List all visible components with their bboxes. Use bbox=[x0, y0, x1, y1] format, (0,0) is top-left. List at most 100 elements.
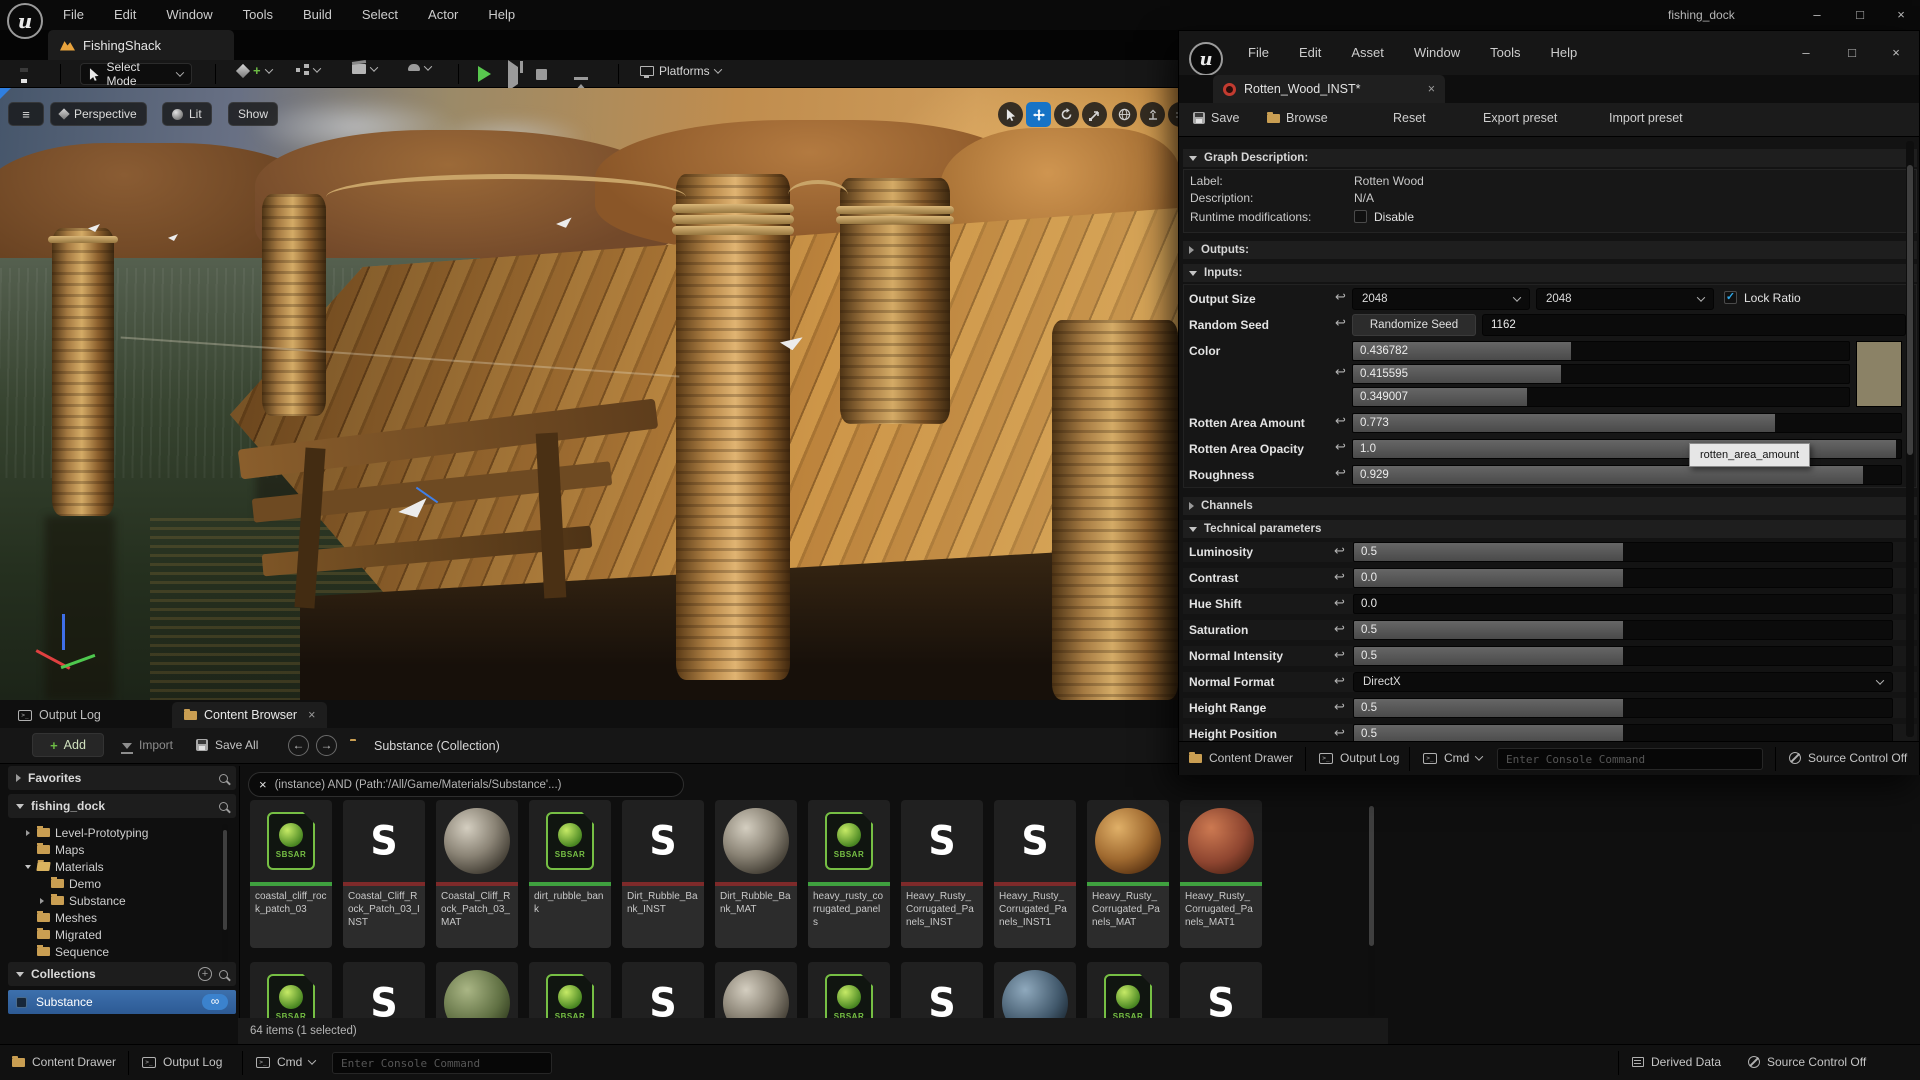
rotate-tool-button[interactable] bbox=[1054, 102, 1079, 127]
param-slider[interactable]: 0.5 bbox=[1353, 698, 1893, 718]
param-slider[interactable]: 0.5 bbox=[1353, 646, 1893, 666]
revert-icon[interactable]: ↩ bbox=[1334, 544, 1345, 557]
revert-icon[interactable]: ↩ bbox=[1334, 648, 1345, 661]
output-log-button[interactable]: Output Log bbox=[1319, 751, 1399, 765]
row1-asset-tile[interactable]: S Heavy_Rusty_Corrugated_Panels_INST1 bbox=[994, 800, 1076, 948]
derived-data-button[interactable]: Derived Data bbox=[1632, 1055, 1721, 1069]
revert-icon[interactable]: ↩ bbox=[1335, 365, 1346, 378]
collection-item-substance[interactable]: Substance ∞ bbox=[8, 990, 236, 1014]
breadcrumb[interactable]: Substance (Collection) bbox=[374, 739, 500, 753]
cmd-dropdown[interactable]: Cmd bbox=[1423, 751, 1484, 765]
row2-asset-tile[interactable]: S bbox=[343, 962, 425, 1018]
row2-asset-tile[interactable]: SBSAR bbox=[1087, 962, 1169, 1018]
param-slider[interactable]: 0.5 bbox=[1353, 724, 1893, 741]
search-icon[interactable] bbox=[219, 969, 228, 979]
param-slider[interactable]: 0.0 bbox=[1353, 594, 1893, 614]
sub-menu-file[interactable]: File bbox=[1233, 38, 1284, 68]
save-all-button[interactable]: Save All bbox=[196, 738, 258, 752]
search-icon[interactable] bbox=[219, 801, 228, 811]
row1-asset-tile[interactable]: SBSAR heavy_rusty_corrugated_panels bbox=[808, 800, 890, 948]
parameters-scrollbar[interactable] bbox=[1906, 141, 1914, 737]
menu-window[interactable]: Window bbox=[151, 0, 227, 30]
row2-asset-tile[interactable]: SBSAR bbox=[250, 962, 332, 1018]
revert-icon[interactable]: ↩ bbox=[1335, 290, 1346, 303]
search-icon[interactable] bbox=[219, 773, 228, 783]
tree-arrow-icon[interactable] bbox=[38, 898, 46, 904]
close-tab-icon[interactable]: × bbox=[1428, 82, 1435, 96]
color-swatch[interactable] bbox=[1856, 341, 1902, 407]
grid-scrollbar[interactable] bbox=[1368, 804, 1375, 1016]
tab-output-log[interactable]: Output Log bbox=[6, 702, 113, 728]
row2-asset-tile[interactable]: SBSAR bbox=[808, 962, 890, 1018]
source-control-button[interactable]: Source Control Off bbox=[1789, 751, 1907, 765]
inputs-section-header[interactable]: Inputs: bbox=[1183, 264, 1917, 282]
revert-icon[interactable]: ↩ bbox=[1334, 700, 1345, 713]
menu-actor[interactable]: Actor bbox=[413, 0, 473, 30]
tree-scrollbar[interactable] bbox=[222, 824, 228, 964]
tree-item-demo[interactable]: Demo bbox=[8, 875, 220, 892]
row2-asset-tile[interactable]: S bbox=[1180, 962, 1262, 1018]
tree-item-substance[interactable]: Substance bbox=[8, 892, 220, 909]
sub-menu-help[interactable]: Help bbox=[1535, 38, 1592, 68]
color-g-slider[interactable]: 0.415595 bbox=[1352, 364, 1850, 384]
row2-asset-tile[interactable] bbox=[436, 962, 518, 1018]
maximize-button[interactable]: □ bbox=[1845, 5, 1875, 25]
collections-section-header[interactable]: Collections + bbox=[8, 962, 236, 986]
tree-item-meshes[interactable]: Meshes bbox=[8, 909, 220, 926]
row1-asset-tile[interactable]: Dirt_Rubble_Bank_MAT bbox=[715, 800, 797, 948]
roughness-slider[interactable]: 0.929 bbox=[1352, 465, 1902, 485]
revert-icon[interactable]: ↩ bbox=[1334, 596, 1345, 609]
surface-snapping-button[interactable] bbox=[1140, 102, 1165, 127]
tree-item-maps[interactable]: Maps bbox=[8, 841, 220, 858]
menu-help[interactable]: Help bbox=[473, 0, 530, 30]
tab-content-browser[interactable]: Content Browser × bbox=[172, 702, 328, 728]
row1-asset-tile[interactable]: Heavy_Rusty_Corrugated_Panels_MAT bbox=[1087, 800, 1169, 948]
asset-search-input[interactable]: × (instance) AND (Path:'/All/Game/Materi… bbox=[248, 772, 684, 797]
add-button[interactable]: + Add bbox=[32, 733, 104, 757]
close-button[interactable]: × bbox=[1881, 43, 1911, 63]
forward-button[interactable]: → bbox=[316, 735, 337, 756]
level-viewport[interactable]: ≡ Perspective Lit Show bbox=[0, 88, 1178, 700]
viewport-show-dropdown[interactable]: Show bbox=[228, 102, 279, 126]
output-log-button[interactable]: Output Log bbox=[142, 1055, 222, 1069]
source-control-button[interactable]: Source Control Off bbox=[1748, 1055, 1866, 1069]
revert-icon[interactable]: ↩ bbox=[1335, 414, 1346, 427]
menu-edit[interactable]: Edit bbox=[99, 0, 151, 30]
tab-fishingshack[interactable]: FishingShack bbox=[48, 30, 234, 60]
select-mode-dropdown[interactable]: Select Mode bbox=[80, 60, 192, 88]
param-slider[interactable]: 0.0 bbox=[1353, 568, 1893, 588]
revert-icon[interactable]: ↩ bbox=[1335, 466, 1346, 479]
rotten-area-opacity-slider[interactable]: 1.0 bbox=[1352, 439, 1902, 459]
sub-menu-window[interactable]: Window bbox=[1399, 38, 1475, 68]
outputs-section-header[interactable]: Outputs: bbox=[1183, 241, 1917, 259]
row1-asset-tile[interactable]: SBSAR coastal_cliff_rock_patch_03 bbox=[250, 800, 332, 948]
row1-asset-tile[interactable]: S Heavy_Rusty_Corrugated_Panels_INST bbox=[901, 800, 983, 948]
menu-build[interactable]: Build bbox=[288, 0, 347, 30]
content-drawer-button[interactable]: Content Drawer bbox=[12, 1055, 116, 1069]
save-button[interactable]: Save bbox=[1193, 111, 1240, 125]
row1-asset-tile[interactable]: Coastal_Cliff_Rock_Patch_03_MAT bbox=[436, 800, 518, 948]
normal-format-dropdown[interactable]: DirectX bbox=[1353, 672, 1893, 692]
close-tab-icon[interactable]: × bbox=[308, 708, 315, 722]
param-slider[interactable]: 0.5 bbox=[1353, 620, 1893, 640]
tree-item-migrated[interactable]: Migrated bbox=[8, 926, 220, 943]
menu-file[interactable]: File bbox=[48, 0, 99, 30]
seed-value-field[interactable]: 1162 bbox=[1482, 314, 1906, 336]
lock-ratio-checkbox[interactable]: ✓ bbox=[1724, 291, 1737, 304]
project-section-header[interactable]: fishing_dock bbox=[8, 794, 236, 818]
row2-asset-tile[interactable] bbox=[994, 962, 1076, 1018]
maximize-button[interactable]: □ bbox=[1837, 43, 1867, 63]
row2-asset-tile[interactable]: S bbox=[901, 962, 983, 1018]
disable-checkbox[interactable] bbox=[1354, 210, 1367, 223]
row1-asset-tile[interactable]: SBSAR dirt_rubble_bank bbox=[529, 800, 611, 948]
row2-asset-tile[interactable] bbox=[715, 962, 797, 1018]
select-tool-button[interactable] bbox=[998, 102, 1023, 127]
rotten-area-amount-slider[interactable]: 0.773 bbox=[1352, 413, 1902, 433]
row1-asset-tile[interactable]: S Dirt_Rubble_Bank_INST bbox=[622, 800, 704, 948]
export-preset-button[interactable]: Export preset bbox=[1483, 111, 1557, 125]
close-button[interactable]: × bbox=[1886, 5, 1916, 25]
scale-tool-button[interactable] bbox=[1082, 102, 1107, 127]
play-button[interactable] bbox=[478, 66, 491, 82]
import-preset-button[interactable]: Import preset bbox=[1609, 111, 1683, 125]
sub-menu-edit[interactable]: Edit bbox=[1284, 38, 1336, 68]
